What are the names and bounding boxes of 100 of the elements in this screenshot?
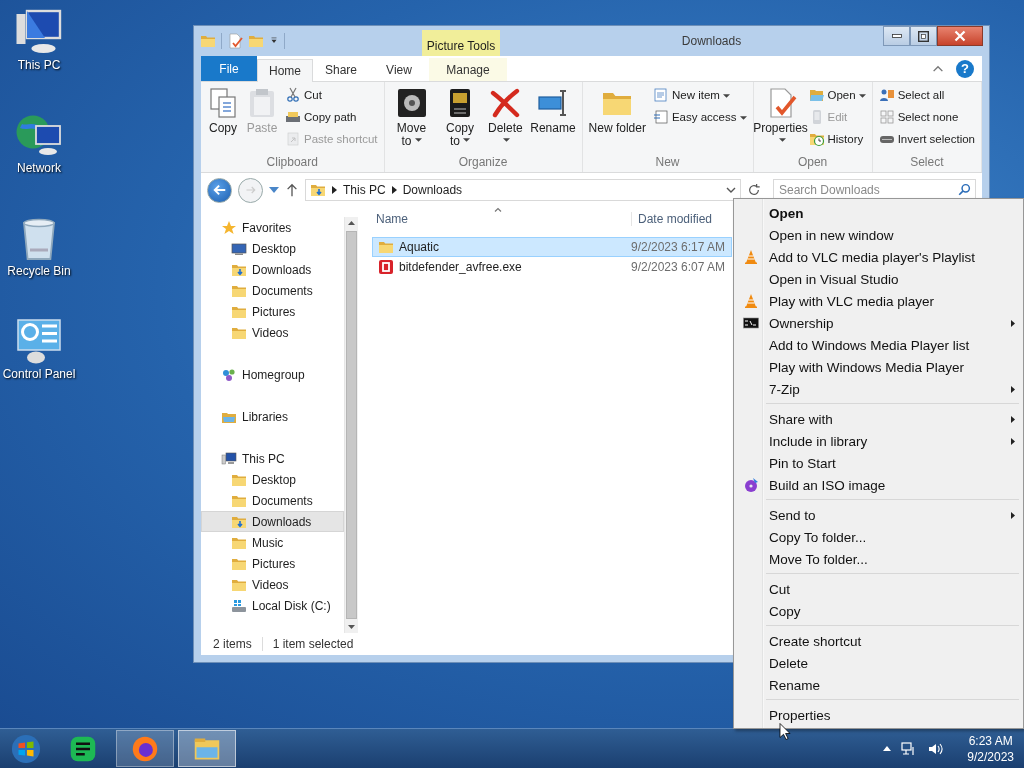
minimize-button[interactable] bbox=[883, 26, 910, 46]
ribbon-button[interactable]: Cut bbox=[282, 84, 381, 106]
ribbon-button[interactable]: Delete bbox=[484, 84, 527, 151]
menu-item[interactable]: Include in library bbox=[736, 430, 1021, 452]
scroll-thumb[interactable] bbox=[346, 231, 357, 619]
search-icon bbox=[958, 183, 971, 196]
nav-item[interactable]: Videos bbox=[201, 574, 344, 595]
file-row[interactable]: bitdefender_avfree.exe 9/2/2023 6:07 AM bbox=[372, 257, 732, 277]
ribbon-tab[interactable]: View bbox=[369, 58, 429, 81]
desktop-icon-label[interactable]: This PC bbox=[17, 58, 61, 72]
properties-icon bbox=[227, 33, 243, 49]
nav-item[interactable]: Libraries bbox=[201, 406, 344, 427]
mouse-pointer-icon bbox=[779, 723, 791, 740]
disc-icon bbox=[743, 477, 759, 493]
ribbon-button[interactable]: Move to bbox=[387, 84, 436, 151]
ribbon-button[interactable]: Copy bbox=[204, 84, 242, 138]
computer-icon bbox=[221, 450, 237, 467]
item-count: 2 items bbox=[213, 637, 252, 651]
ribbon-button[interactable]: Invert selection bbox=[875, 128, 978, 150]
nav-item[interactable]: Favorites bbox=[201, 217, 344, 238]
chevron-right-icon bbox=[391, 186, 397, 194]
menu-item[interactable]: Build an ISO image bbox=[736, 474, 1021, 496]
contextual-tab-header: Picture Tools bbox=[422, 30, 500, 56]
download-folder-icon bbox=[310, 182, 326, 198]
breadcrumb[interactable]: This PC bbox=[343, 183, 386, 197]
search-field[interactable]: Search Downloads bbox=[773, 179, 976, 201]
nav-item[interactable]: Desktop bbox=[201, 238, 344, 259]
menu-item[interactable]: Ownership bbox=[736, 312, 1021, 334]
menu-item[interactable]: Copy To folder... bbox=[736, 526, 1021, 548]
ribbon-group-label: Clipboard bbox=[265, 154, 319, 171]
menu-item[interactable]: Rename bbox=[736, 674, 1021, 696]
move-to-icon bbox=[395, 87, 428, 119]
menu-item[interactable]: Cut bbox=[736, 578, 1021, 600]
desktop-icon-label[interactable]: Network bbox=[17, 161, 61, 175]
nav-item[interactable]: Music bbox=[201, 532, 344, 553]
ribbon-tab[interactable]: Home bbox=[257, 59, 313, 82]
nav-item[interactable]: Homegroup bbox=[201, 364, 344, 385]
folder-icon bbox=[200, 33, 216, 49]
menu-item[interactable]: Create shortcut bbox=[736, 630, 1021, 652]
clock-time[interactable]: 6:23 AM bbox=[968, 732, 1013, 749]
menu-item[interactable]: Pin to Start bbox=[736, 452, 1021, 474]
ribbon-button[interactable]: Easy access bbox=[649, 106, 750, 128]
nav-item[interactable]: Desktop bbox=[201, 469, 344, 490]
refresh-icon bbox=[747, 183, 761, 197]
up-arrow-icon bbox=[285, 183, 299, 197]
nav-item[interactable]: Downloads bbox=[201, 259, 344, 280]
maximize-button[interactable] bbox=[910, 26, 937, 46]
ribbon-button[interactable]: Copy to bbox=[436, 84, 484, 151]
nav-item[interactable]: Downloads bbox=[201, 511, 344, 532]
menu-item[interactable]: Share with bbox=[736, 408, 1021, 430]
back-button[interactable] bbox=[207, 177, 232, 203]
menu-item[interactable]: Open in Visual Studio bbox=[736, 268, 1021, 290]
menu-item[interactable]: Add to VLC media player's Playlist bbox=[736, 246, 1021, 268]
nav-item[interactable]: Documents bbox=[201, 490, 344, 511]
computer-icon bbox=[15, 8, 63, 56]
menu-item[interactable]: Open in new window bbox=[736, 224, 1021, 246]
scrollbar[interactable] bbox=[344, 217, 358, 633]
ribbon-tab[interactable]: Share bbox=[313, 58, 369, 81]
nav-item[interactable]: Pictures bbox=[201, 553, 344, 574]
ribbon-button[interactable]: Select none bbox=[875, 106, 978, 128]
ribbon-tab[interactable]: Manage bbox=[429, 58, 507, 81]
menu-item[interactable]: Play with VLC media player bbox=[736, 290, 1021, 312]
desktop-icon-label[interactable]: Control Panel bbox=[2, 367, 76, 381]
ribbon-button[interactable]: New folder bbox=[585, 84, 649, 138]
monitor-icon bbox=[231, 240, 247, 257]
forward-arrow-icon bbox=[244, 184, 257, 196]
menu-item[interactable]: Send to bbox=[736, 504, 1021, 526]
help-button[interactable]: ? bbox=[956, 59, 974, 78]
menu-item[interactable]: 7-Zip bbox=[736, 378, 1021, 400]
nav-item[interactable]: Documents bbox=[201, 280, 344, 301]
nav-item[interactable]: Local Disk (C:) bbox=[201, 595, 344, 616]
clock-date[interactable]: 9/2/2023 bbox=[967, 748, 1014, 765]
ribbon-tab[interactable]: File bbox=[201, 56, 257, 81]
ribbon-button[interactable]: New item bbox=[649, 84, 750, 106]
breadcrumb[interactable]: Downloads bbox=[402, 183, 463, 197]
column-header[interactable]: Date modified bbox=[632, 212, 713, 226]
folder-icon bbox=[378, 239, 394, 255]
nav-item[interactable]: This PC bbox=[201, 448, 344, 469]
copy-path-icon bbox=[285, 109, 301, 125]
easy-access-icon bbox=[652, 109, 669, 125]
ribbon-group-label: Open bbox=[796, 154, 829, 171]
menu-item[interactable]: Copy bbox=[736, 600, 1021, 622]
ribbon-button[interactable]: Open bbox=[805, 84, 869, 106]
menu-item[interactable]: Properties bbox=[736, 704, 1021, 726]
close-button[interactable] bbox=[937, 26, 983, 46]
nav-item[interactable]: Pictures bbox=[201, 301, 344, 322]
menu-item[interactable]: Open bbox=[736, 202, 1021, 224]
column-header[interactable]: Name bbox=[372, 212, 632, 226]
menu-item[interactable]: Add to Windows Media Player list bbox=[736, 334, 1021, 356]
menu-item[interactable]: Move To folder... bbox=[736, 548, 1021, 570]
folder-icon bbox=[248, 33, 264, 49]
desktop-icon-label[interactable]: Recycle Bin bbox=[7, 264, 71, 278]
menu-item[interactable]: Delete bbox=[736, 652, 1021, 674]
nav-item[interactable]: Videos bbox=[201, 322, 344, 343]
ribbon-button[interactable]: Copy path bbox=[282, 106, 381, 128]
menu-item[interactable]: Play with Windows Media Player bbox=[736, 356, 1021, 378]
ribbon-button[interactable]: Rename bbox=[527, 84, 579, 138]
file-row[interactable]: Aquatic 9/2/2023 6:17 AM bbox=[372, 237, 732, 257]
ribbon-button[interactable]: Select all bbox=[875, 84, 978, 106]
address-bar[interactable]: This PC Downloads bbox=[305, 179, 741, 201]
